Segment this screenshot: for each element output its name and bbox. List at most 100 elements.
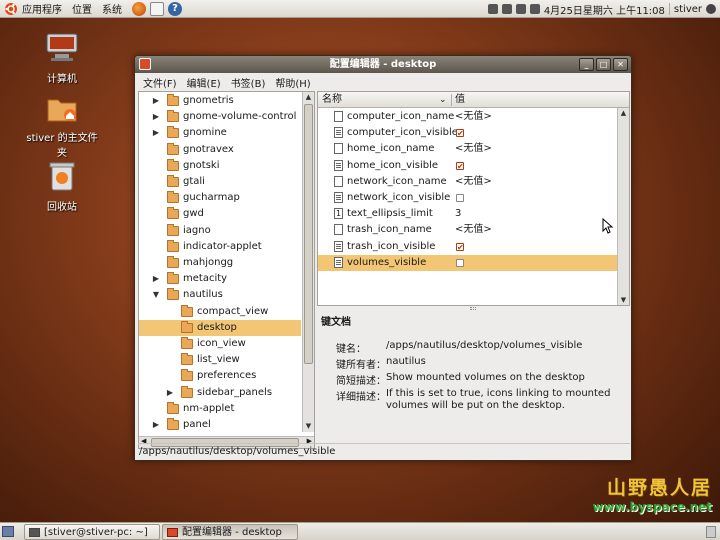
key-value[interactable]: <无值> bbox=[455, 174, 492, 190]
tree-item[interactable]: ▶ metacity bbox=[139, 271, 301, 287]
mail-launcher-icon[interactable] bbox=[150, 1, 164, 16]
power-icon[interactable] bbox=[706, 4, 716, 14]
scroll-up-arrow-icon[interactable]: ▲ bbox=[303, 92, 314, 103]
long-description-value: If this is set to true, icons linking to… bbox=[386, 388, 611, 411]
key-list-scrollbar[interactable]: ▲ ▼ bbox=[617, 108, 629, 305]
expander-closed-icon[interactable]: ▶ bbox=[151, 93, 161, 109]
key-value-checkbox[interactable] bbox=[456, 258, 464, 267]
tree-item[interactable]: iagno bbox=[139, 223, 301, 239]
tree-item[interactable]: gtali bbox=[139, 174, 301, 190]
key-row[interactable]: network_icon_visible bbox=[318, 190, 629, 206]
minimize-button[interactable]: _ bbox=[579, 58, 594, 71]
expander-closed-icon[interactable]: ▶ bbox=[165, 385, 175, 401]
tree-item[interactable]: nm-applet bbox=[139, 401, 301, 417]
expander-closed-icon[interactable]: ▶ bbox=[151, 417, 161, 433]
expander-closed-icon[interactable]: ▶ bbox=[151, 271, 161, 287]
tree-item[interactable]: preferences bbox=[139, 368, 301, 384]
column-header-value[interactable]: 值 bbox=[455, 92, 465, 108]
tree-item[interactable]: ▶ gnometris bbox=[139, 93, 301, 109]
expander-open-icon[interactable]: ▼ bbox=[151, 287, 161, 303]
tree-item[interactable]: list_view bbox=[139, 352, 301, 368]
menu-edit[interactable]: 编辑(E) bbox=[187, 75, 221, 90]
ubuntu-logo-icon[interactable] bbox=[4, 2, 18, 16]
menu-system[interactable]: 系统 bbox=[102, 1, 122, 16]
folder-icon bbox=[167, 401, 179, 414]
key-value[interactable]: <无值> bbox=[455, 222, 492, 238]
desktop-icon-computer[interactable]: 计算机 bbox=[22, 32, 102, 85]
tree-item[interactable]: icon_view bbox=[139, 336, 301, 352]
tree-item[interactable]: ▶ gnome-volume-control bbox=[139, 109, 301, 125]
firefox-launcher-icon[interactable] bbox=[132, 1, 146, 16]
folder-icon bbox=[167, 126, 179, 139]
boolean-key-icon bbox=[334, 256, 343, 268]
key-value-checkbox[interactable] bbox=[456, 159, 464, 175]
pane-resize-handle[interactable] bbox=[470, 307, 476, 310]
desktop-icon-trash[interactable]: 回收站 bbox=[22, 160, 102, 213]
tree-item[interactable]: ▶ sidebar_panels bbox=[139, 385, 301, 401]
desktop-icon-home[interactable]: stiver 的主文件夹 bbox=[22, 95, 102, 159]
tree-item[interactable]: ▶ gnomine bbox=[139, 125, 301, 141]
key-value[interactable]: <无值> bbox=[455, 141, 492, 157]
menu-bookmarks[interactable]: 书签(B) bbox=[231, 75, 266, 90]
scrollbar-thumb[interactable] bbox=[304, 104, 313, 364]
scroll-down-arrow-icon[interactable]: ▼ bbox=[618, 295, 629, 305]
menu-help[interactable]: 帮助(H) bbox=[275, 75, 310, 90]
trash-applet-icon[interactable] bbox=[706, 526, 716, 538]
column-separator[interactable] bbox=[451, 94, 452, 106]
clock[interactable]: 4月25日星期六 上午11:08 bbox=[544, 2, 665, 17]
show-desktop-icon[interactable] bbox=[2, 526, 14, 537]
tree-item[interactable]: gwd bbox=[139, 206, 301, 222]
key-row[interactable]: 1 text_ellipsis_limit 3 bbox=[318, 206, 629, 222]
menu-applications[interactable]: 应用程序 bbox=[22, 1, 62, 16]
key-row[interactable]: trash_icon_name <无值> bbox=[318, 222, 629, 238]
network-icon[interactable] bbox=[501, 4, 512, 14]
tree-item[interactable]: ▼ nautilus bbox=[139, 287, 301, 303]
user-name[interactable]: stiver bbox=[674, 4, 702, 15]
tree-item-label: icon_view bbox=[197, 338, 246, 349]
maximize-button[interactable]: □ bbox=[596, 58, 611, 71]
key-value-checkbox[interactable] bbox=[456, 126, 464, 142]
expander-closed-icon[interactable]: ▶ bbox=[151, 125, 161, 141]
folder-icon bbox=[181, 304, 193, 317]
key-row[interactable]: computer_icon_visible bbox=[318, 125, 629, 142]
tree-item[interactable]: desktop bbox=[139, 319, 301, 336]
key-row[interactable]: network_icon_name <无值> bbox=[318, 174, 629, 190]
expander-closed-icon[interactable]: ▶ bbox=[151, 109, 161, 125]
key-name-value: /apps/nautilus/desktop/volumes_visible bbox=[386, 340, 583, 351]
menu-file[interactable]: 文件(F) bbox=[143, 75, 177, 90]
mail-icon[interactable] bbox=[515, 4, 526, 14]
key-value[interactable]: <无值> bbox=[455, 109, 492, 125]
tree-item[interactable]: gucharmap bbox=[139, 190, 301, 206]
tree-item[interactable]: mahjongg bbox=[139, 255, 301, 271]
watermark: 山野愚人居 www.byspace.net bbox=[592, 473, 712, 514]
tree-item[interactable]: indicator-applet bbox=[139, 239, 301, 255]
menu-places[interactable]: 位置 bbox=[72, 1, 92, 16]
sort-chevron-down-icon[interactable]: ⌄ bbox=[439, 92, 447, 108]
key-row[interactable]: volumes_visible bbox=[318, 254, 629, 271]
scroll-down-arrow-icon[interactable]: ▼ bbox=[303, 421, 314, 432]
key-value[interactable]: 3 bbox=[455, 206, 461, 222]
key-value-checkbox[interactable] bbox=[456, 240, 464, 256]
tree-item[interactable]: compact_view bbox=[139, 304, 301, 320]
tree-item[interactable]: ▶ panel bbox=[139, 417, 301, 433]
help-launcher-icon[interactable]: ? bbox=[168, 1, 182, 16]
scroll-up-arrow-icon[interactable]: ▲ bbox=[618, 108, 629, 118]
key-row[interactable]: computer_icon_name <无值> bbox=[318, 109, 629, 125]
tree-item-label: compact_view bbox=[197, 305, 269, 317]
taskbar-item-terminal[interactable]: [stiver@stiver-pc: ~] bbox=[24, 524, 160, 540]
taskbar-item-config-editor[interactable]: 配置编辑器 - desktop bbox=[162, 524, 298, 540]
key-row[interactable]: home_icon_name <无值> bbox=[318, 141, 629, 157]
close-button[interactable]: ✕ bbox=[613, 58, 628, 71]
key-row[interactable]: home_icon_visible bbox=[318, 158, 629, 175]
printer-icon[interactable] bbox=[487, 4, 498, 14]
window-title: 配置编辑器 - desktop bbox=[329, 59, 437, 70]
tree-item[interactable]: gnotski bbox=[139, 158, 301, 174]
window-titlebar[interactable]: 配置编辑器 - desktop _ □ ✕ bbox=[135, 56, 631, 73]
key-value-checkbox[interactable] bbox=[456, 194, 464, 202]
key-name: computer_icon_name bbox=[347, 111, 455, 122]
column-header-name[interactable]: 名称 bbox=[322, 92, 342, 108]
volume-icon[interactable] bbox=[529, 4, 540, 14]
tree-item[interactable]: gnotravex bbox=[139, 142, 301, 158]
key-row[interactable]: trash_icon_visible bbox=[318, 239, 629, 256]
tree-vertical-scrollbar[interactable]: ▲ ▼ bbox=[302, 92, 314, 432]
